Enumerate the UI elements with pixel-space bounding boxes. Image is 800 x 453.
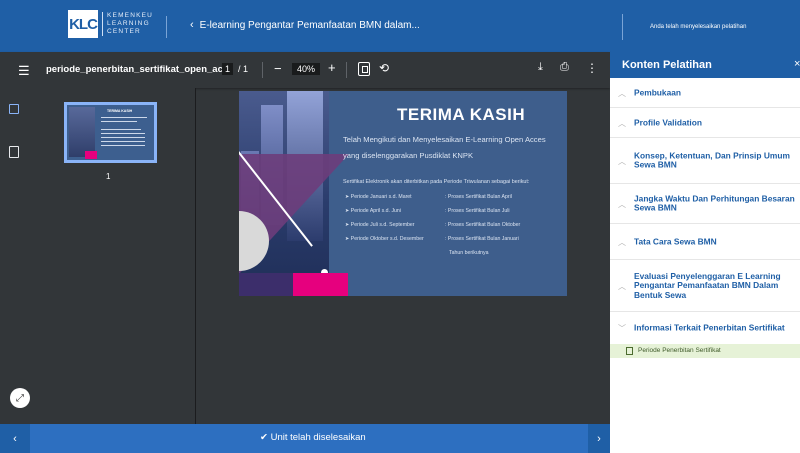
period-label: ➤ Periode Oktober s.d. Desember bbox=[345, 236, 424, 242]
thumbnail-page-number: 1 bbox=[106, 172, 111, 181]
sidebar-item-konsep[interactable]: ︿ Konsep, Ketentuan, Dan Prinsip Umum Se… bbox=[610, 138, 800, 184]
unit-completed-label: ✔ Unit telah diselesaikan bbox=[260, 432, 366, 443]
chevron-up-icon: ︿ bbox=[618, 237, 626, 247]
chevron-up-icon: ︿ bbox=[618, 118, 626, 128]
rotate-icon[interactable]: ⟲ bbox=[379, 61, 389, 75]
thumb-line bbox=[101, 137, 145, 138]
chevron-up-icon: ︿ bbox=[618, 88, 626, 98]
sidebar-item-label: Pembukaan bbox=[634, 86, 682, 97]
pdf-toolbar: ☰ periode_penerbitan_sertifikat_open_ac.… bbox=[0, 52, 610, 88]
sidebar-subitem-periode-sertifikat[interactable]: Periode Penerbitan Sertifikat bbox=[610, 344, 800, 358]
decor-block bbox=[239, 273, 293, 296]
sidebar-item-evaluasi[interactable]: ︿ Evaluasi Penyelenggaran E Learning Pen… bbox=[610, 260, 800, 312]
toolbar-separator bbox=[346, 62, 347, 78]
sidebar-item-label: Evaluasi Penyelenggaran E Learning Penga… bbox=[634, 270, 781, 300]
sidebar-title: Konten Pelatihan bbox=[622, 59, 712, 71]
thumb-line bbox=[101, 121, 137, 122]
previous-unit-button[interactable]: ‹ bbox=[0, 424, 30, 453]
period-status: : Proses Sertifikat Bulan Juli bbox=[445, 208, 510, 214]
slide-title: TERIMA KASIH bbox=[397, 105, 526, 124]
thumb-title: TERIMA KASIH bbox=[107, 109, 133, 113]
download-icon[interactable]: ⤓ bbox=[538, 61, 543, 74]
sidebar-item-pembukaan[interactable]: ︿ Pembukaan bbox=[610, 78, 800, 108]
thumb-line bbox=[101, 133, 145, 134]
fit-page-icon[interactable] bbox=[358, 62, 370, 76]
current-page-input[interactable]: 1 bbox=[222, 63, 234, 75]
header-divider-right bbox=[622, 14, 623, 40]
thumb-line bbox=[101, 129, 141, 130]
thumb-line bbox=[101, 145, 145, 146]
logo-text: KEMENKEU LEARNING CENTER bbox=[102, 12, 153, 36]
chevron-up-icon: ︿ bbox=[618, 281, 626, 291]
thumbnail-view-icon[interactable] bbox=[9, 104, 19, 114]
thumb-building bbox=[69, 107, 95, 157]
close-icon[interactable]: × bbox=[794, 58, 800, 70]
slide-info: Sertifikat Elektronik akan diterbitkan p… bbox=[343, 179, 530, 185]
print-icon[interactable]: ⎙ bbox=[560, 61, 569, 74]
chevron-down-icon: ﹀ bbox=[618, 324, 626, 333]
slide-line-1: Telah Mengikuti dan Menyelesaikan E-Lear… bbox=[343, 135, 546, 144]
menu-icon[interactable]: ☰ bbox=[18, 63, 30, 79]
klc-logo[interactable]: KLC KEMENKEU LEARNING CENTER bbox=[68, 10, 153, 38]
sidebar-header: Konten Pelatihan × bbox=[610, 52, 800, 78]
next-unit-button[interactable]: › bbox=[588, 424, 610, 453]
sidebar-item-jangka-waktu[interactable]: ︿ Jangka Waktu Dan Perhitungan Besaran S… bbox=[610, 184, 800, 224]
sidebar-subitem-label: Periode Penerbitan Sertifikat bbox=[638, 347, 721, 354]
sidebar-item-label: Profile Validation bbox=[634, 116, 702, 127]
top-header: KLC KEMENKEU LEARNING CENTER ‹ E-learnin… bbox=[0, 0, 800, 52]
unit-navigation-bar: ‹ ✔ Unit telah diselesaikan › bbox=[0, 424, 610, 453]
sidebar-item-label: Informasi Terkait Penerbitan Sertifikat bbox=[634, 322, 785, 333]
logo-line-2: LEARNING bbox=[107, 20, 150, 27]
more-vertical-icon[interactable]: ⋮ bbox=[586, 61, 598, 75]
sidebar-item-informasi-sertifikat[interactable]: ﹀ Informasi Terkait Penerbitan Sertifika… bbox=[610, 312, 800, 344]
course-content-sidebar: Konten Pelatihan × ︿ Pembukaan ︿ Profile… bbox=[610, 52, 800, 453]
outline-view-icon[interactable] bbox=[9, 146, 19, 158]
thumbnail-pane: TERIMA KASIH 1 bbox=[0, 88, 196, 424]
period-status-continuation: Tahun berikutnya bbox=[449, 250, 489, 256]
back-to-course-link[interactable]: ‹ E-learning Pengantar Pemanfaatan BMN d… bbox=[190, 19, 420, 31]
course-title: E-learning Pengantar Pemanfaatan BMN dal… bbox=[199, 19, 420, 31]
zoom-input[interactable]: 40% bbox=[292, 63, 321, 75]
thumb-line bbox=[101, 117, 147, 118]
period-status: : Proses Sertifikat Bulan Oktober bbox=[445, 222, 521, 228]
logo-mark: KLC bbox=[68, 10, 98, 38]
sidebar-item-tata-cara[interactable]: ︿ Tata Cara Sewa BMN bbox=[610, 224, 800, 260]
decor-pink-block bbox=[293, 273, 348, 296]
period-status: : Proses Sertifikat Bulan Januari bbox=[445, 236, 519, 242]
thumb-line bbox=[101, 141, 145, 142]
page-thumbnail[interactable]: TERIMA KASIH bbox=[64, 102, 157, 163]
logo-line-3: CENTER bbox=[107, 28, 141, 35]
document-icon bbox=[626, 347, 633, 355]
zoom-in-button[interactable]: + bbox=[328, 60, 336, 75]
chevron-left-icon: ‹ bbox=[190, 19, 194, 31]
sidebar-item-profile-validation[interactable]: ︿ Profile Validation bbox=[610, 108, 800, 138]
chevron-up-icon: ︿ bbox=[618, 156, 626, 166]
zoom-out-button[interactable]: − bbox=[274, 61, 282, 76]
period-label: ➤ Periode Juli s.d. September bbox=[345, 222, 415, 228]
sidebar-item-label: Jangka Waktu Dan Perhitungan Besaran Sew… bbox=[634, 193, 795, 213]
slide-line-2: yang diselenggarakan Pusdiklat KNPK bbox=[343, 151, 474, 160]
sidebar-item-label: Konsep, Ketentuan, Dan Prinsip Umum Sewa… bbox=[634, 150, 790, 170]
completion-note: Anda telah menyelesaikan pelatihan bbox=[650, 24, 747, 30]
thumb-accent bbox=[85, 151, 97, 159]
pdf-page: TERIMA KASIH Telah Mengikuti dan Menyele… bbox=[239, 91, 567, 296]
total-pages: / 1 bbox=[238, 64, 249, 74]
sidebar-item-label: Tata Cara Sewa BMN bbox=[634, 235, 717, 246]
logo-line-1: KEMENKEU bbox=[107, 12, 154, 19]
chevron-up-icon: ︿ bbox=[618, 199, 626, 209]
period-label: ➤ Periode Januari s.d. Maret bbox=[345, 194, 412, 200]
toolbar-separator bbox=[262, 62, 263, 78]
expand-icon[interactable]: ⤢ bbox=[10, 388, 30, 408]
period-label: ➤ Periode April s.d. Juni bbox=[345, 208, 401, 214]
header-divider bbox=[166, 16, 167, 38]
pdf-file-name: periode_penerbitan_sertifikat_open_ac... bbox=[46, 64, 231, 75]
period-status: : Proses Sertifikat Bulan April bbox=[445, 194, 512, 200]
